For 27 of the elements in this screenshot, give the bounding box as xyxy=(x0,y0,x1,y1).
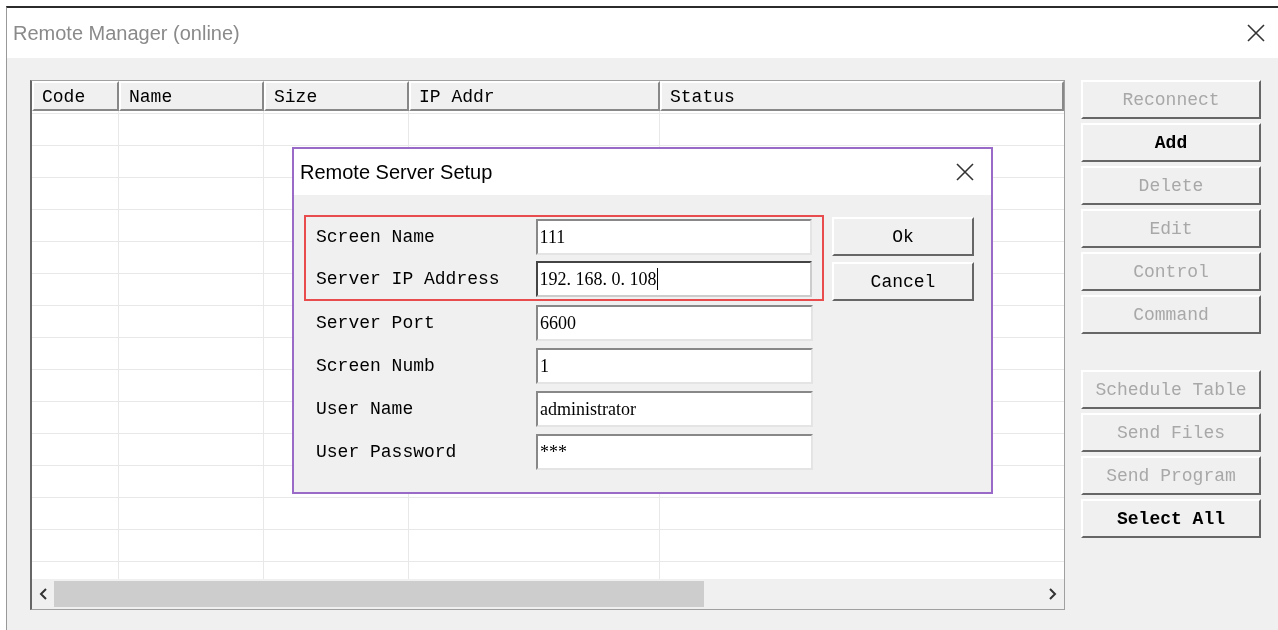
column-header[interactable]: Size xyxy=(264,81,409,111)
input-field[interactable]: 6600 xyxy=(536,305,813,341)
field-label: Screen Name xyxy=(316,227,436,247)
field-label: User Name xyxy=(316,399,415,419)
field-label: User Password xyxy=(316,442,458,462)
dialog-title: Remote Server Setup xyxy=(300,160,493,184)
input-field[interactable]: *** xyxy=(536,434,813,470)
dialog-button[interactable]: Ok xyxy=(832,217,974,256)
column-header[interactable]: Name xyxy=(119,81,264,111)
input-field[interactable]: 1 xyxy=(536,348,813,384)
input-field[interactable]: administrator xyxy=(536,391,813,427)
window-title: Remote Manager (online) xyxy=(13,21,240,45)
close-icon[interactable] xyxy=(955,162,975,182)
field-label: Server Port xyxy=(316,313,436,333)
scrollbar-thumb[interactable] xyxy=(54,581,704,607)
action-button[interactable]: Add xyxy=(1081,123,1261,162)
field-label: Screen Numb xyxy=(316,356,436,376)
column-header[interactable]: Code xyxy=(32,81,119,111)
column-header[interactable]: Status xyxy=(660,81,1064,111)
close-icon[interactable] xyxy=(1246,23,1266,43)
horizontal-scrollbar[interactable] xyxy=(32,579,1064,609)
action-button[interactable]: Select All xyxy=(1081,499,1261,538)
dialog-button[interactable]: Cancel xyxy=(832,262,974,301)
field-label: Server IP Address xyxy=(316,269,501,289)
input-field[interactable]: 192. 168. 0. 108 xyxy=(535,261,812,297)
column-header[interactable]: IP Addr xyxy=(409,81,660,111)
input-field[interactable]: 111 xyxy=(535,219,812,255)
